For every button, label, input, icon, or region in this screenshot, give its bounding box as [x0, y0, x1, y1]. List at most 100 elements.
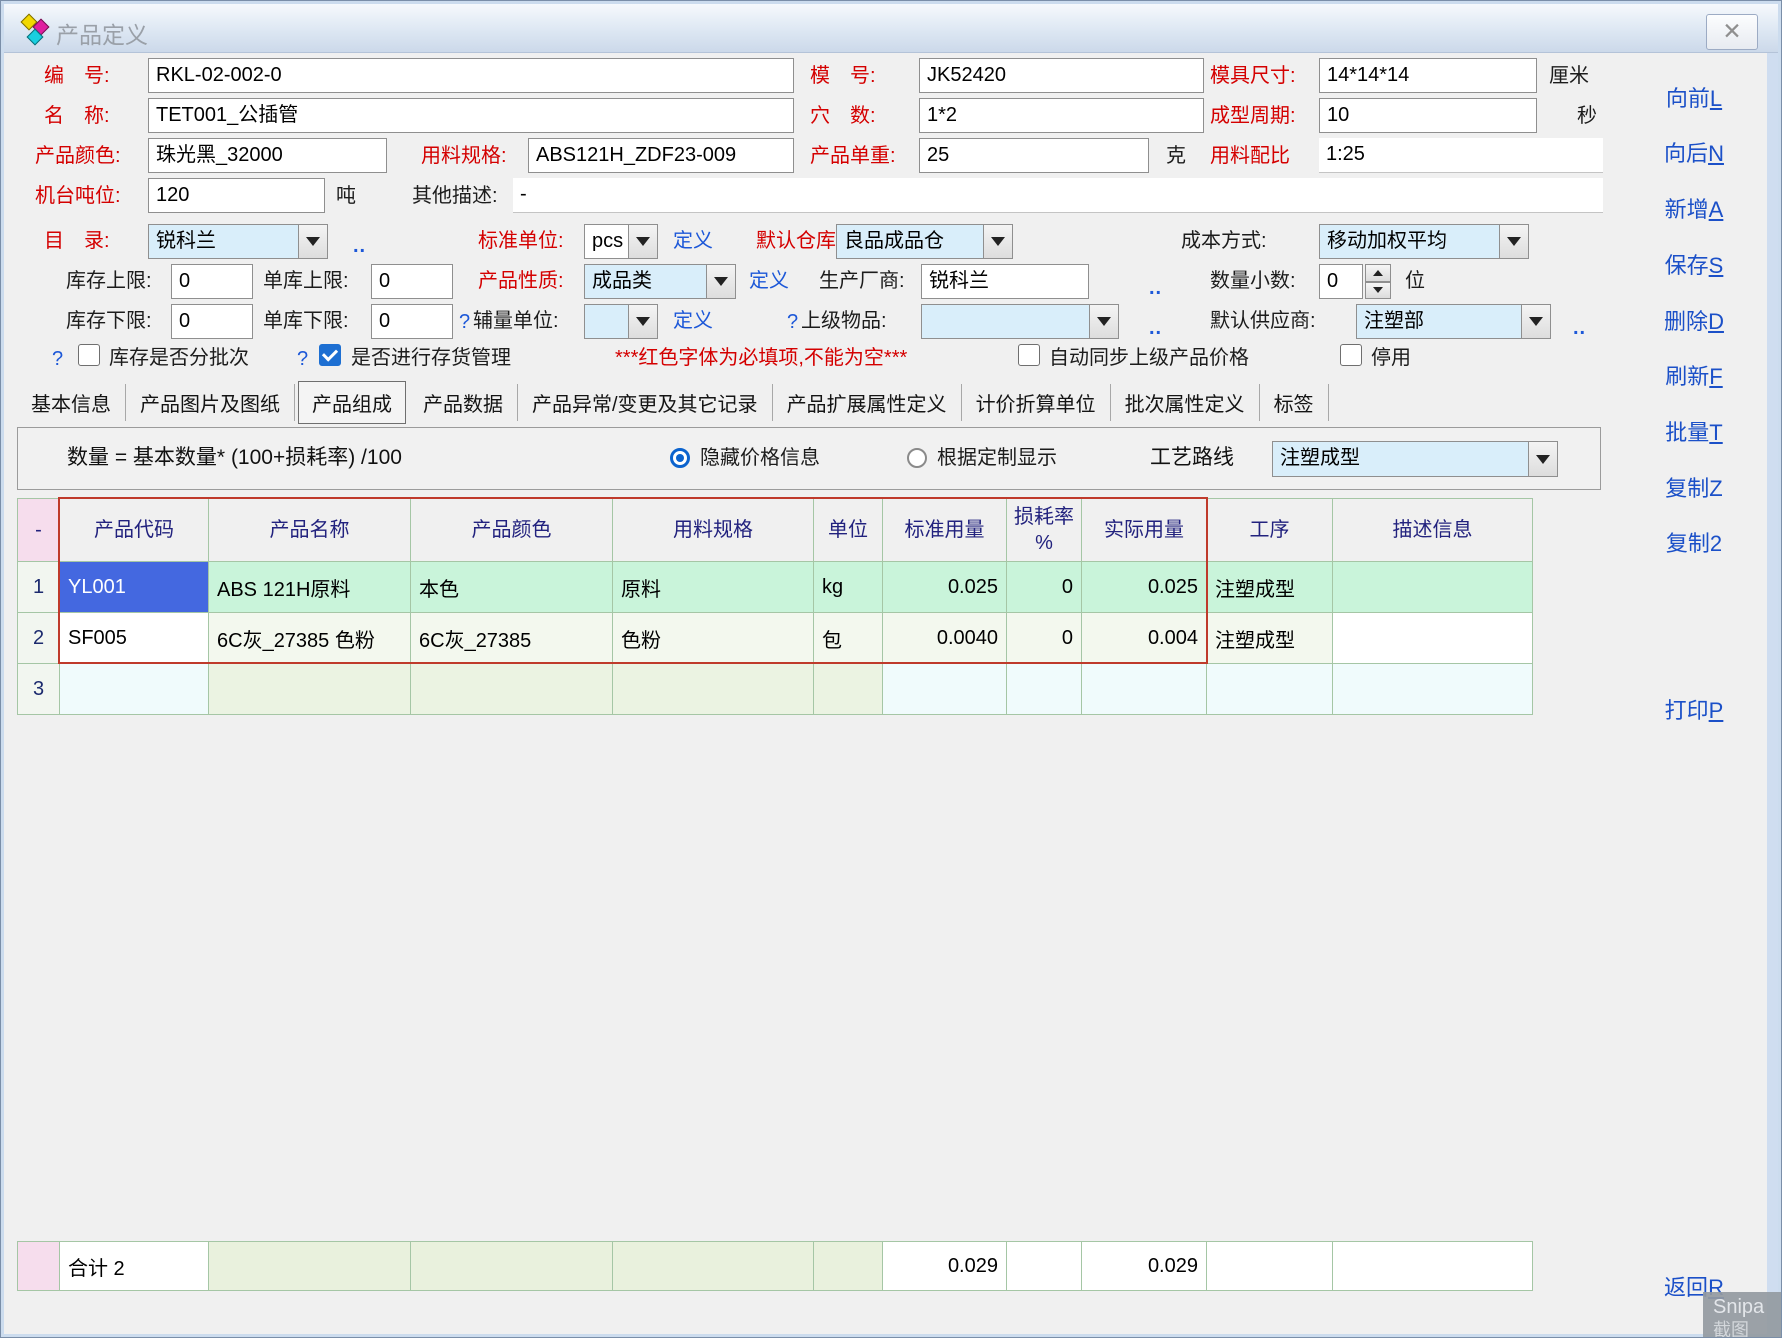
aux-unit-help-icon[interactable]: ? [459, 309, 470, 335]
stepper-up-icon[interactable] [1365, 264, 1391, 282]
parent-item-help-icon[interactable]: ? [787, 309, 798, 335]
default-supplier-combo[interactable]: 注塑部 [1356, 304, 1551, 339]
cycle-input[interactable]: 10 [1319, 98, 1537, 133]
material-ratio-input[interactable]: 1:25 [1319, 138, 1603, 173]
chevron-down-icon[interactable] [1521, 304, 1551, 339]
bom-cell-std-qty[interactable] [883, 664, 1006, 714]
qty-decimals-stepper[interactable] [1365, 264, 1391, 299]
disable-checkbox[interactable] [1340, 344, 1362, 366]
next-button[interactable]: 向后N [1619, 139, 1769, 169]
tab-extended-attrs[interactable]: 产品扩展属性定义 [773, 384, 962, 421]
bom-cell-std-qty[interactable]: 0.025 [883, 562, 1006, 612]
inventory-mgmt-checkbox[interactable] [319, 344, 341, 366]
chevron-down-icon[interactable] [706, 264, 736, 299]
bom-cell-code[interactable]: SF005 [60, 613, 208, 663]
stock-upper-input[interactable]: 0 [171, 264, 253, 299]
tab-batch-attrs[interactable]: 批次属性定义 [1111, 384, 1260, 421]
bom-cell-actual-qty[interactable] [1082, 664, 1206, 714]
bin-lower-input[interactable]: 0 [371, 304, 453, 339]
product-type-combo[interactable]: 成品类 [584, 264, 736, 299]
chevron-down-icon[interactable] [983, 224, 1013, 259]
chevron-down-icon[interactable] [628, 224, 658, 259]
bom-cell-name[interactable]: ABS 121H原料 [209, 562, 410, 612]
chevron-down-icon[interactable] [1089, 304, 1119, 339]
cavity-input[interactable]: 1*2 [919, 98, 1204, 133]
batch-checkbox[interactable] [78, 344, 100, 366]
bom-cell-color[interactable]: 6C灰_27385 [411, 613, 612, 663]
route-combo[interactable]: 注塑成型 [1272, 441, 1558, 477]
prev-button[interactable]: 向前L [1619, 84, 1769, 114]
bom-cell-name[interactable] [209, 664, 410, 714]
bom-cell-actual-qty[interactable]: 0.004 [1082, 613, 1206, 663]
tab-composition[interactable]: 产品组成 [298, 381, 406, 424]
parent-item-more-button[interactable]: .. [1149, 311, 1162, 346]
bom-cell-code[interactable] [60, 664, 208, 714]
tab-pricing-units[interactable]: 计价折算单位 [962, 384, 1111, 421]
unit-weight-input[interactable]: 25 [919, 138, 1149, 173]
name-input[interactable]: TET001_公插管 [148, 98, 794, 133]
machine-tonnage-input[interactable]: 120 [148, 178, 325, 213]
row-number[interactable]: 1 [18, 562, 59, 612]
bom-cell-std-qty[interactable]: 0.0040 [883, 613, 1006, 663]
stock-lower-input[interactable]: 0 [171, 304, 253, 339]
manufacturer-more-button[interactable]: .. [1149, 271, 1162, 306]
hide-price-radio[interactable] [670, 448, 690, 468]
default-warehouse-combo[interactable]: 良品成品仓 [836, 224, 1013, 259]
tab-basic-info[interactable]: 基本信息 [17, 384, 126, 421]
custom-display-radio[interactable] [907, 448, 927, 468]
bom-cell-spec[interactable]: 色粉 [613, 613, 813, 663]
save-button[interactable]: 保存S [1619, 251, 1769, 281]
aux-unit-define-link[interactable]: 定义 [673, 304, 713, 339]
aux-unit-combo[interactable] [584, 304, 658, 339]
product-type-define-link[interactable]: 定义 [749, 264, 789, 299]
row-number[interactable]: 2 [18, 613, 59, 663]
chevron-down-icon[interactable] [628, 304, 658, 339]
batch-button[interactable]: 批量T [1619, 418, 1769, 448]
parent-item-combo[interactable] [921, 304, 1119, 339]
tab-labels[interactable]: 标签 [1260, 384, 1329, 421]
bom-cell-process[interactable]: 注塑成型 [1207, 613, 1332, 663]
default-supplier-more-button[interactable]: .. [1573, 311, 1586, 346]
bom-cell-unit[interactable]: kg [814, 562, 882, 612]
bom-cell-loss-rate[interactable]: 0 [1007, 562, 1081, 612]
inventory-mgmt-help-icon[interactable]: ? [297, 346, 308, 372]
bom-cell-desc[interactable] [1333, 613, 1532, 663]
chevron-down-icon[interactable] [1499, 224, 1529, 259]
bom-cell-unit[interactable]: 包 [814, 613, 882, 663]
std-unit-combo[interactable]: pcs [584, 224, 658, 259]
bom-cell-loss-rate[interactable]: 0 [1007, 613, 1081, 663]
bom-cell-color[interactable]: 本色 [411, 562, 612, 612]
chevron-down-icon[interactable] [1528, 441, 1558, 477]
stepper-down-icon[interactable] [1365, 282, 1391, 300]
bom-cell-desc[interactable] [1333, 562, 1532, 612]
bom-cell-name[interactable]: 6C灰_27385 色粉 [209, 613, 410, 663]
cost-method-combo[interactable]: 移动加权平均 [1319, 224, 1529, 259]
route-value[interactable]: 注塑成型 [1272, 441, 1528, 477]
bom-cell-spec[interactable] [613, 664, 813, 714]
product-type-value[interactable]: 成品类 [584, 264, 706, 299]
refresh-button[interactable]: 刷新F [1619, 362, 1769, 392]
bom-cell-unit[interactable] [814, 664, 882, 714]
bom-cell-process[interactable]: 注塑成型 [1207, 562, 1332, 612]
catalog-more-button[interactable]: .. [353, 229, 366, 264]
sync-price-checkbox[interactable] [1018, 344, 1040, 366]
aux-unit-value[interactable] [584, 304, 628, 339]
print-button[interactable]: 打印P [1619, 696, 1769, 726]
default-warehouse-value[interactable]: 良品成品仓 [836, 224, 983, 259]
std-unit-value[interactable]: pcs [584, 224, 628, 259]
tab-exceptions-records[interactable]: 产品异常/变更及其它记录 [518, 384, 773, 421]
chevron-down-icon[interactable] [298, 224, 328, 259]
bin-upper-input[interactable]: 0 [371, 264, 453, 299]
bom-cell-desc[interactable] [1333, 664, 1532, 714]
parent-item-value[interactable] [921, 304, 1089, 339]
qty-decimals-input[interactable]: 0 [1319, 264, 1363, 299]
mold-size-input[interactable]: 14*14*14 [1319, 58, 1537, 93]
copy-z-button[interactable]: 复制Z [1619, 474, 1769, 504]
color-input[interactable]: 珠光黑_32000 [148, 138, 387, 173]
code-input[interactable]: RKL-02-002-0 [148, 58, 794, 93]
bom-cell-color[interactable] [411, 664, 612, 714]
bom-cell-spec[interactable]: 原料 [613, 562, 813, 612]
catalog-combo[interactable]: 锐科兰 [148, 224, 328, 259]
close-icon[interactable]: ✕ [1706, 14, 1758, 50]
std-unit-define-link[interactable]: 定义 [673, 224, 713, 259]
